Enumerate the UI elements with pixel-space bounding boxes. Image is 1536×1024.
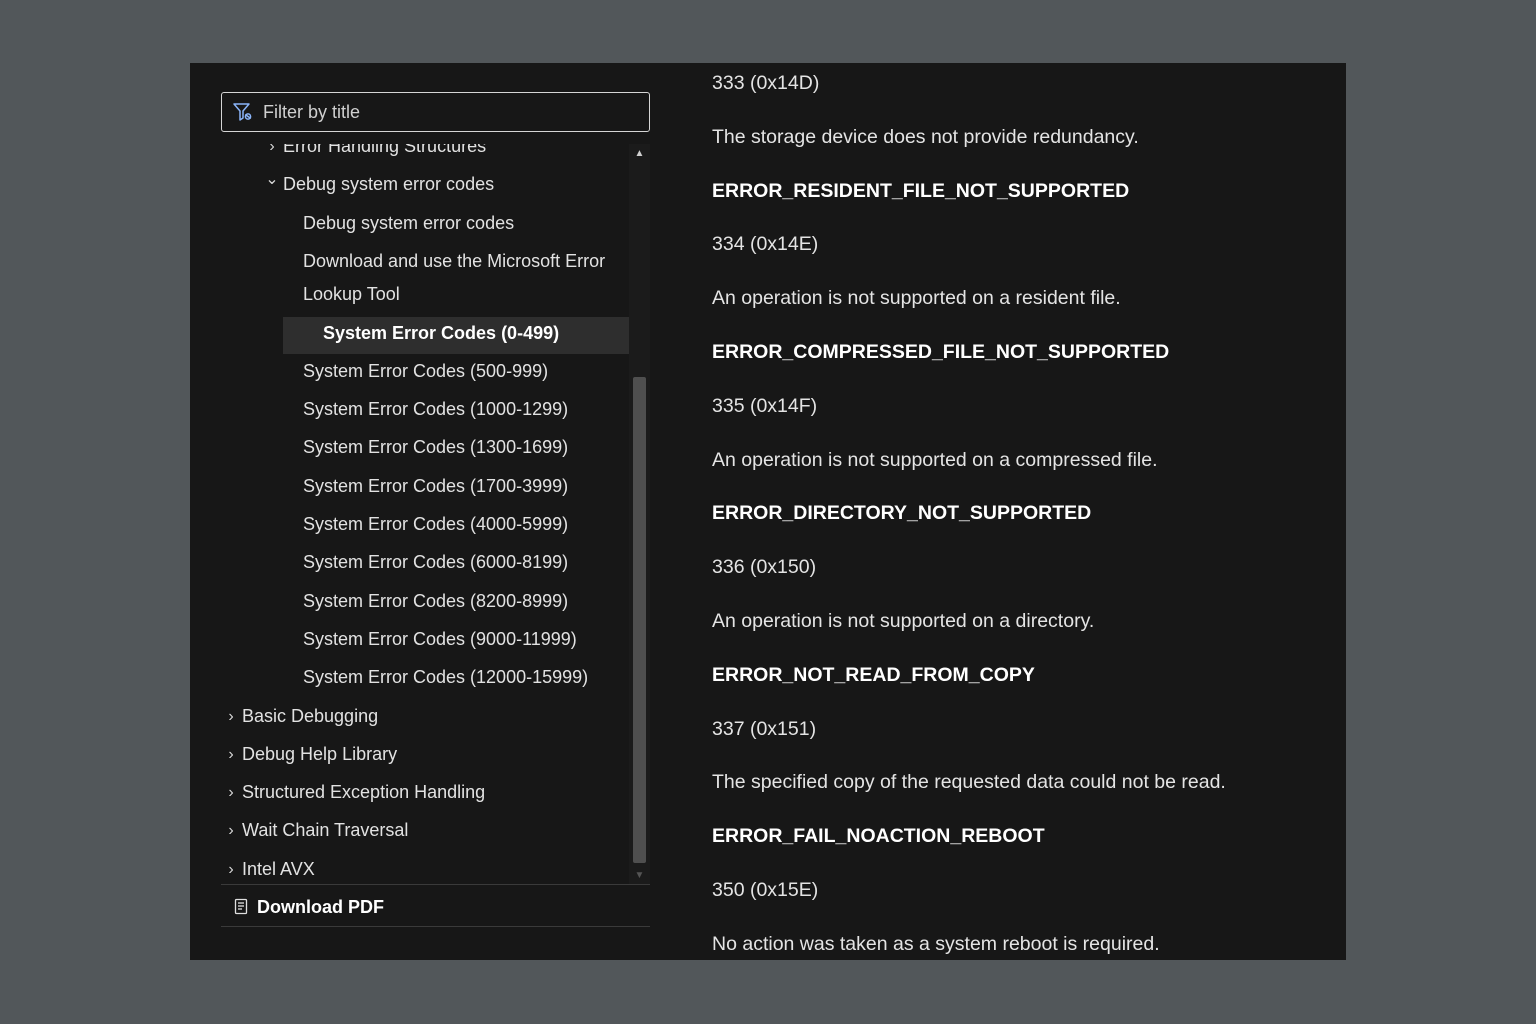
filter-icon [232, 101, 254, 123]
divider [221, 926, 650, 927]
error-description: An operation is not supported on a direc… [712, 610, 1095, 632]
error-description: An operation is not supported on a resid… [712, 287, 1121, 310]
error-code-value: 337 (0x151) [712, 717, 817, 740]
toc-item[interactable]: Lookup Tool [221, 278, 629, 315]
toc-item-label: System Error Codes (500-999) [303, 360, 549, 381]
toc-item-label: Download and use the Microsoft Error [303, 250, 606, 271]
error-constant-name: ERROR_NOT_READ_FROM_COPY [712, 663, 1035, 686]
article-content: 333 (0x14D) The storage device does not p… [712, 63, 1346, 960]
toc-tree: › Error Handling Structures ⌄ Debug system … [221, 144, 629, 884]
scroll-up-arrow-icon[interactable]: ▲ [629, 144, 650, 162]
toc-item[interactable]: System Error Codes (9000-11999) [221, 623, 629, 660]
download-pdf-link[interactable]: Download PDF [233, 892, 384, 922]
error-code-value: 334 (0x14E) [712, 233, 819, 256]
toc-item[interactable]: System Error Codes (1700-3999) [221, 470, 629, 507]
toc-item[interactable]: › Basic Debugging [221, 700, 629, 737]
toc-item[interactable]: › Error Handling Structures [221, 144, 629, 167]
toc-item-label: Error Handling Structures [283, 144, 487, 156]
toc-item-label: Debug Help Library [242, 743, 398, 764]
toc-item-label: System Error Codes (1300-1699) [303, 437, 569, 458]
toc-item[interactable]: System Error Codes (4000-5999) [221, 508, 629, 545]
error-constant-name: ERROR_RESIDENT_FILE_NOT_SUPPORTED [712, 179, 1130, 202]
toc-item-label: Lookup Tool [303, 284, 400, 305]
toc-item[interactable]: System Error Codes (500-999) [221, 355, 629, 392]
docs-window: ›Error Handling Structures⌄Debug system … [190, 63, 1346, 960]
toc-item[interactable]: System Error Codes (1300-1699) [221, 431, 629, 468]
error-description: The specified copy of the requested data… [712, 771, 1226, 794]
toc-item-label: System Error Codes (8200-8999) [303, 590, 569, 611]
error-description: The storage device does not provide redu… [712, 125, 1139, 148]
error-code-value: 333 (0x14D) [712, 72, 820, 94]
toc-item[interactable]: › Intel AVX [221, 853, 629, 884]
toc-item[interactable]: System Error Codes (8200-8999) [221, 585, 629, 622]
error-description: An operation is not supported on a compr… [712, 448, 1158, 471]
error-description: No action was taken as a system reboot i… [712, 932, 1160, 955]
toc-item[interactable]: ⌄ Debug system error codes [221, 168, 629, 205]
chevron-right-icon[interactable]: › [224, 814, 238, 847]
toc-item[interactable]: System Error Codes (12000-15999) [221, 661, 629, 698]
filter-input[interactable] [263, 101, 649, 123]
toc-item[interactable]: › Structured Exception Handling [221, 776, 629, 813]
toc-item-label: Debug system error codes [303, 212, 515, 233]
toc-scrollbar[interactable]: ▲ ▼ [629, 144, 650, 884]
chevron-right-icon[interactable]: › [224, 776, 238, 809]
toc-item[interactable]: System Error Codes (1000-1299) [221, 393, 629, 430]
chevron-right-icon[interactable]: › [224, 738, 238, 771]
error-code-value: 350 (0x15E) [712, 879, 819, 901]
error-constant-name: ERROR_COMPRESSED_FILE_NOT_SUPPORTED [712, 341, 1170, 363]
toc-item[interactable]: › Wait Chain Traversal [221, 814, 629, 851]
toc-item-label: System Error Codes (12000-15999) [303, 667, 589, 688]
divider [221, 884, 650, 885]
chevron-right-icon[interactable]: › [265, 144, 279, 163]
filter-box[interactable] [221, 92, 650, 132]
toc-item-label: System Error Codes (0-499) [323, 322, 560, 343]
chevron-right-icon[interactable]: › [224, 700, 238, 733]
toc-item-label: Basic Debugging [242, 705, 379, 726]
toc-item-label: Wait Chain Traversal [242, 820, 409, 841]
toc-item-label: Structured Exception Handling [242, 782, 486, 803]
toc-item-label: System Error Codes (6000-8199) [303, 552, 569, 573]
chevron-right-icon[interactable]: › [224, 853, 238, 884]
error-constant-name: ERROR_FAIL_NOACTION_REBOOT [712, 825, 1045, 848]
pdf-document-icon [233, 898, 249, 916]
download-pdf-label: Download PDF [257, 896, 384, 917]
error-code-value: 335 (0x14F) [712, 394, 818, 417]
error-constant-name: ERROR_DIRECTORY_NOT_SUPPORTED [712, 502, 1092, 525]
toc-item-label: System Error Codes (4000-5999) [303, 514, 569, 534]
chevron-down-icon[interactable]: ⌄ [265, 163, 279, 196]
toc-item-label: Intel AVX [242, 858, 315, 879]
toc-item[interactable]: Download and use the Microsoft Error [221, 245, 629, 282]
toc-item-label: System Error Codes (9000-11999) [303, 628, 577, 649]
toc-sidebar: ›Error Handling Structures⌄Debug system … [190, 63, 660, 960]
toc-item-label: System Error Codes (1700-3999) [303, 475, 569, 496]
toc-item[interactable]: › Debug Help Library [221, 738, 629, 775]
toc-item-selected[interactable]: System Error Codes (0-499) [283, 316, 629, 354]
scroll-down-arrow-icon[interactable]: ▼ [629, 866, 650, 884]
toc-item-label: Debug system error codes [283, 174, 495, 195]
scroll-thumb[interactable] [633, 377, 646, 863]
toc-item-label: System Error Codes (1000-1299) [303, 399, 569, 420]
toc-item[interactable]: System Error Codes (6000-8199) [221, 546, 629, 583]
error-code-value: 336 (0x150) [712, 556, 817, 579]
toc-item[interactable]: Debug system error codes [221, 207, 629, 244]
